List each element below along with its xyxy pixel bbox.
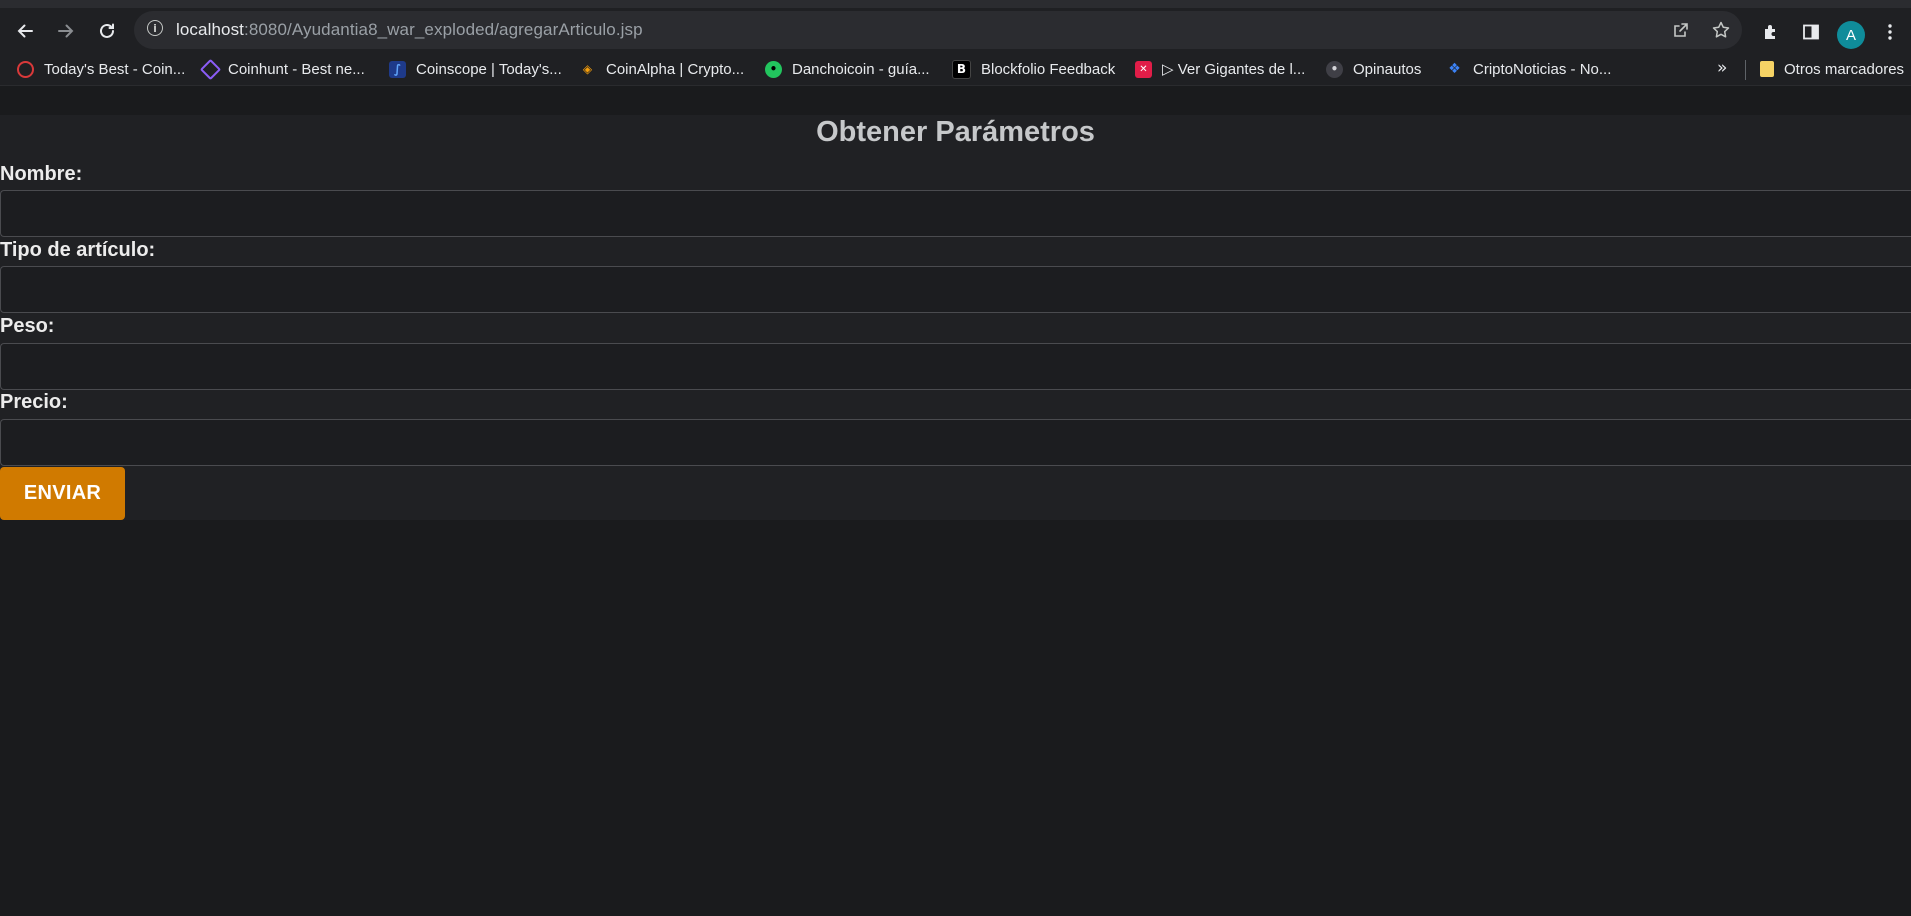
info-icon[interactable]: i xyxy=(147,20,163,36)
reload-icon xyxy=(100,23,114,38)
side-panel-icon[interactable] xyxy=(1796,17,1826,47)
bookmark-item[interactable]: Coinhunt - Best ne... xyxy=(199,57,365,81)
puzzle-icon[interactable] xyxy=(1756,17,1786,47)
arrow-right-icon xyxy=(58,24,74,38)
gigantes-icon: ✕ xyxy=(1135,60,1152,78)
blockfolio-icon: B xyxy=(952,59,971,79)
reload-button[interactable] xyxy=(90,14,124,48)
precio-input[interactable] xyxy=(0,419,1911,466)
url-path: :8080/Ayudantia8_war_exploded/agregarArt… xyxy=(244,20,643,39)
opinautos-icon: • xyxy=(1326,60,1343,78)
bookmark-item[interactable]: ❖ CriptoNoticias - No... xyxy=(1446,57,1611,81)
peso-label: Peso: xyxy=(0,315,55,337)
browser-toolbar: i localhost:8080/Ayudantia8_war_exploded… xyxy=(0,0,1911,52)
bookmark-label: CoinAlpha | Crypto... xyxy=(606,60,745,78)
coinscope-icon: ∫ xyxy=(389,60,406,78)
bookmark-label: Danchoicoin - guía... xyxy=(792,60,930,78)
coinhunt-purple-icon xyxy=(199,58,222,80)
peso-input[interactable] xyxy=(0,343,1911,390)
bookmark-item[interactable]: ◈ CoinAlpha | Crypto... xyxy=(579,57,744,81)
share-icon[interactable] xyxy=(1668,17,1694,43)
page-title: Obtener Parámetros xyxy=(816,116,1095,148)
folder-icon xyxy=(1760,61,1774,77)
bookmark-label: Coinhunt - Best ne... xyxy=(228,60,365,78)
bookmark-label: CriptoNoticias - No... xyxy=(1473,60,1612,78)
bookmark-label: Opinautos xyxy=(1353,60,1422,78)
bookmark-item[interactable]: B Blockfolio Feedback xyxy=(952,57,1115,81)
coinhunt-red-icon xyxy=(17,60,34,78)
bookmarks-divider xyxy=(1745,60,1746,80)
kebab-menu-icon[interactable] xyxy=(1875,17,1905,47)
bookmark-label: Blockfolio Feedback xyxy=(981,60,1116,78)
back-button[interactable] xyxy=(8,14,42,48)
bookmark-item[interactable]: • Danchoicoin - guía... xyxy=(765,57,930,81)
url-host: localhost xyxy=(176,20,244,39)
bookmarks-bar: Today's Best - Coin... Coinhunt - Best n… xyxy=(0,52,1911,86)
tipo-articulo-label: Tipo de artículo: xyxy=(0,239,156,261)
nombre-label: Nombre: xyxy=(0,163,83,185)
other-bookmarks-label: Otros marcadores xyxy=(1784,60,1905,78)
coinalpha-icon: ◈ xyxy=(582,62,593,76)
criptonoticias-icon: ❖ xyxy=(1448,61,1461,77)
bookmark-item[interactable]: ✕ ▷ Ver Gigantes de l... xyxy=(1135,57,1305,81)
danchoicoin-icon: • xyxy=(765,60,782,78)
address-bar[interactable]: i localhost:8080/Ayudantia8_war_exploded… xyxy=(134,11,1742,49)
bookmark-item[interactable]: Today's Best - Coin... xyxy=(17,57,185,81)
enviar-button[interactable]: ENVIAR xyxy=(0,467,125,520)
bookmark-label: Today's Best - Coin... xyxy=(44,60,186,78)
forward-button[interactable] xyxy=(49,14,83,48)
bookmark-item[interactable]: • Opinautos xyxy=(1326,57,1421,81)
other-bookmarks-folder[interactable]: Otros marcadores xyxy=(1760,57,1904,81)
star-icon[interactable] xyxy=(1708,17,1734,43)
profile-avatar[interactable]: A xyxy=(1837,21,1865,49)
arrow-left-icon xyxy=(17,24,33,38)
bookmark-label: ▷ Ver Gigantes de l... xyxy=(1162,61,1306,78)
nombre-input[interactable] xyxy=(0,190,1911,237)
bookmark-item[interactable]: ∫ Coinscope | Today's... xyxy=(389,57,562,81)
precio-label: Precio: xyxy=(0,391,68,413)
more-bookmarks-button[interactable]: » xyxy=(1717,58,1727,78)
url-text[interactable]: localhost:8080/Ayudantia8_war_exploded/a… xyxy=(176,20,643,40)
tipo-articulo-input[interactable] xyxy=(0,266,1911,313)
bookmark-label: Coinscope | Today's... xyxy=(416,60,562,78)
